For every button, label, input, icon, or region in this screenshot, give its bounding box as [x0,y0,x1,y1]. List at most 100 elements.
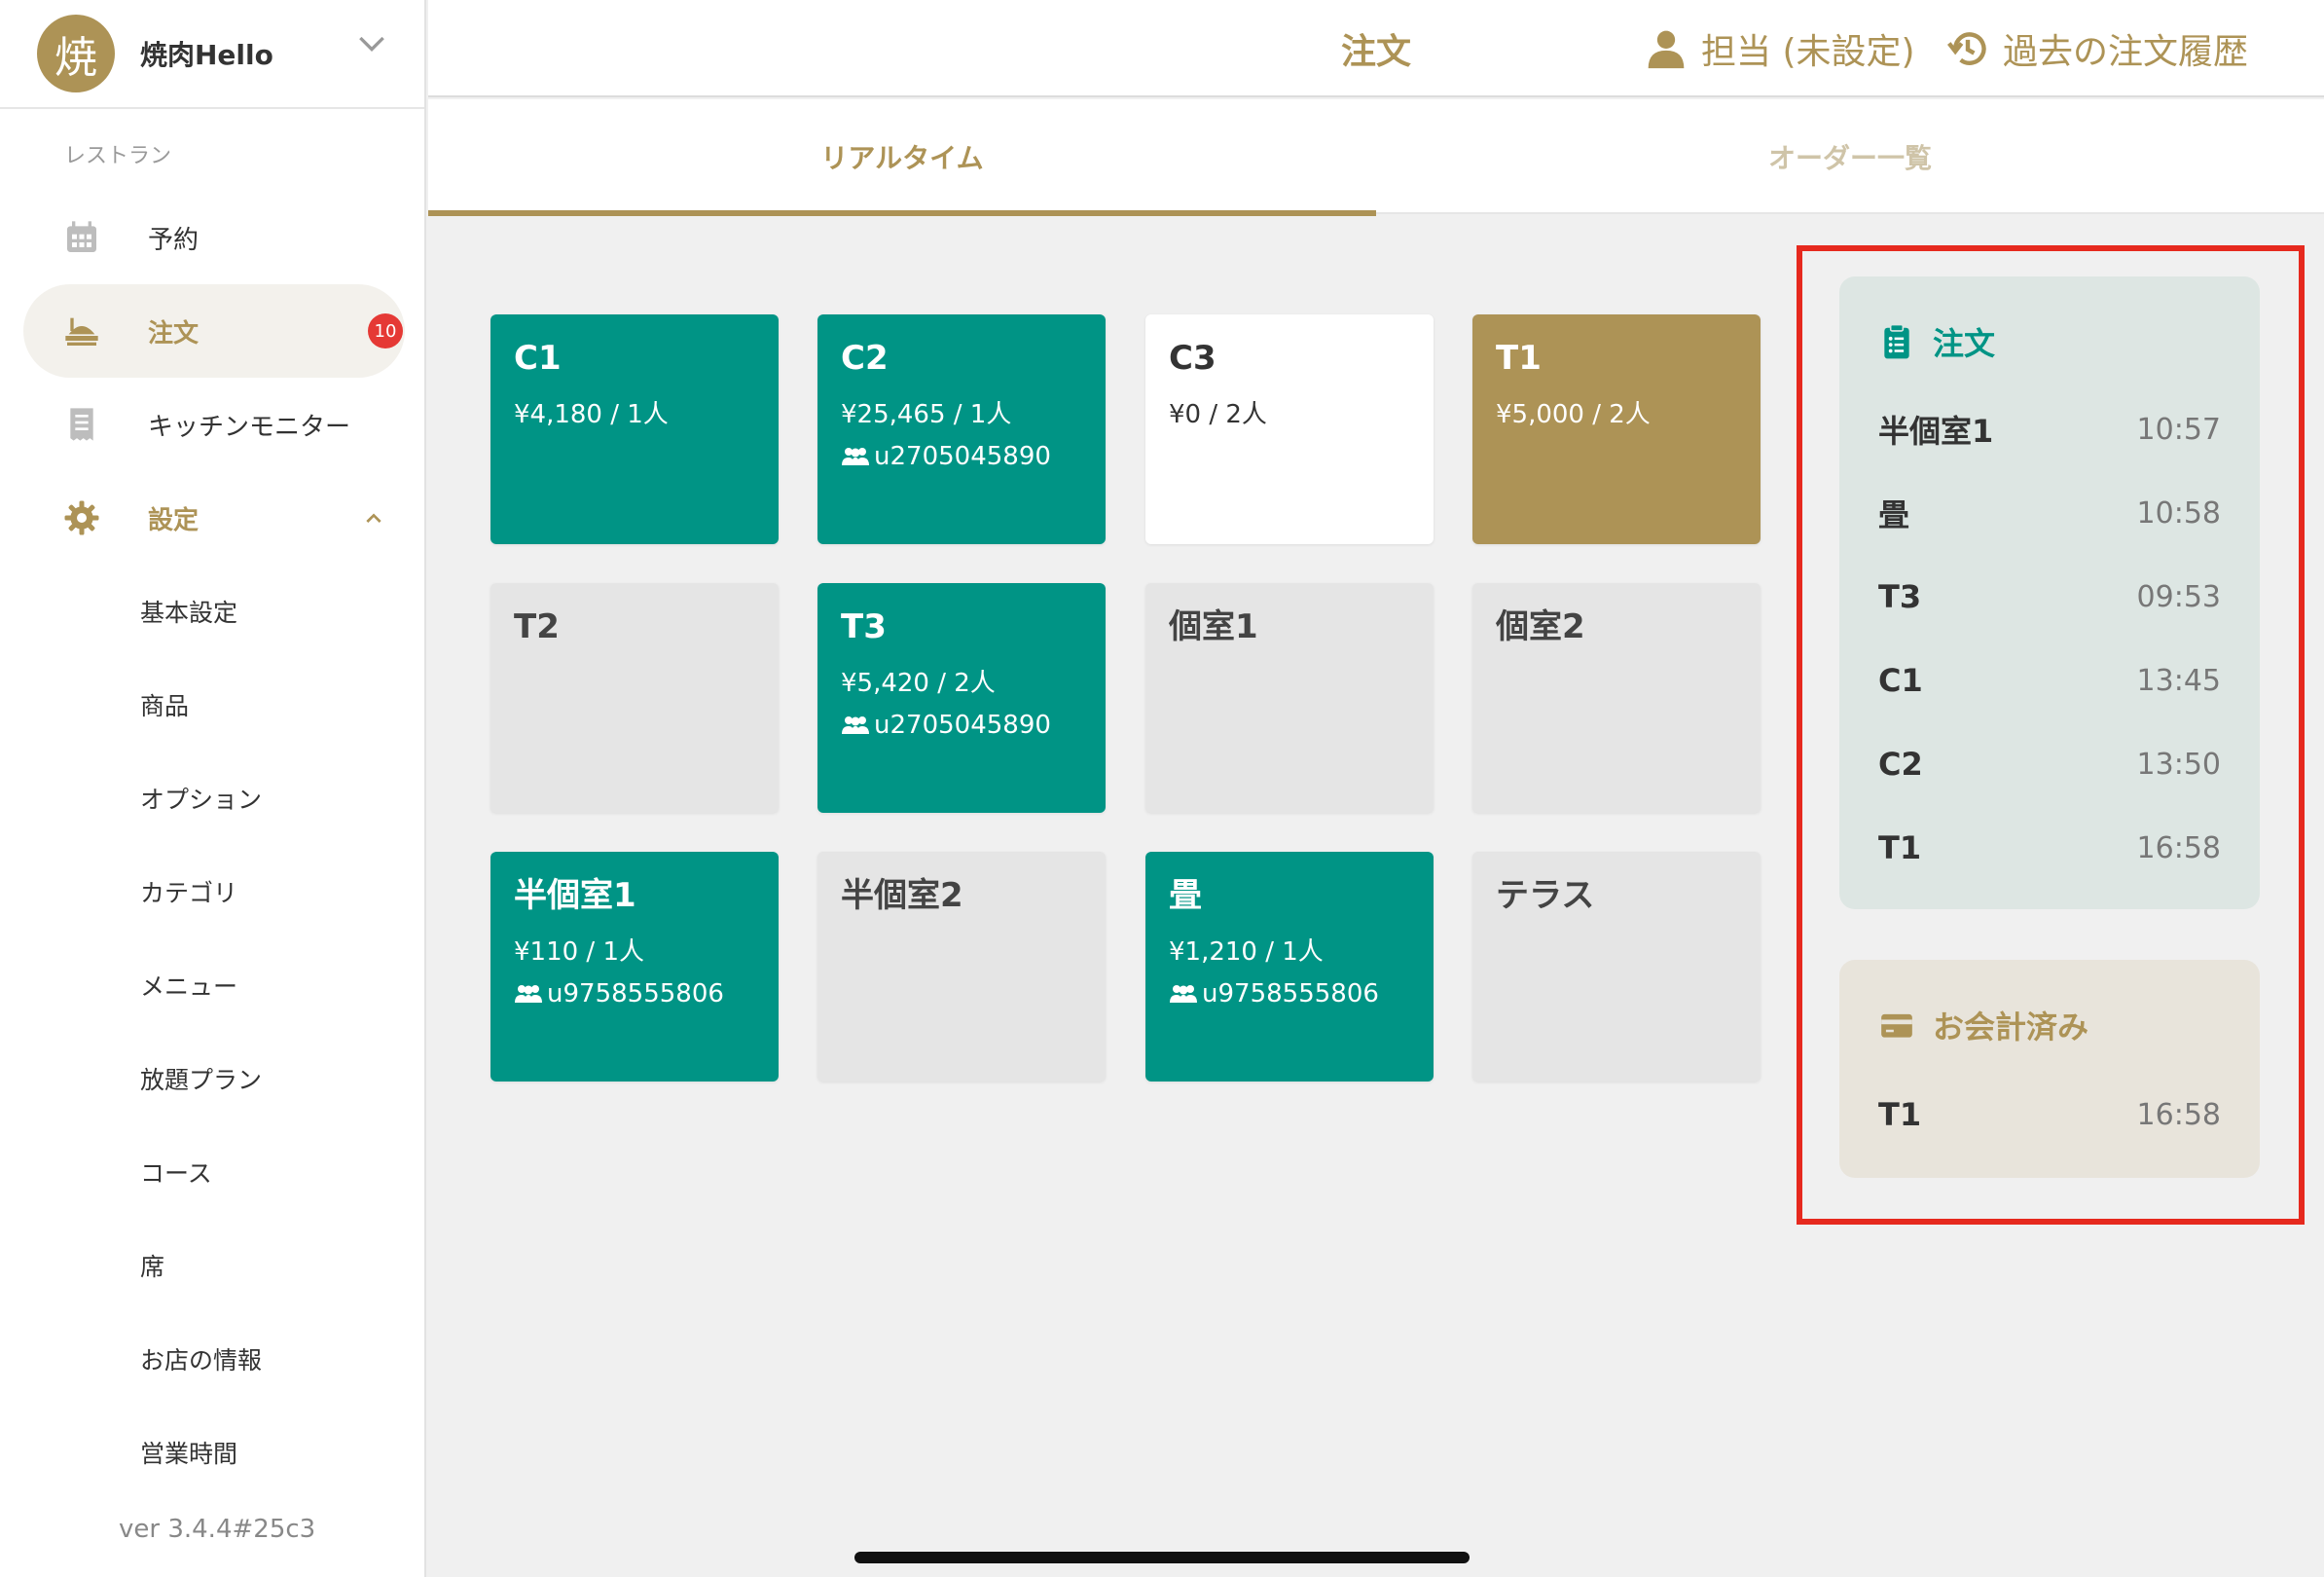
table-amount-guests: ¥25,465 / 1人 [841,400,1012,429]
store-name: 焼肉Hello [140,39,273,71]
view-tabs: リアルタイム オーダー一覧 [428,99,2324,216]
paid-row[interactable]: T1 16:58 [1878,1090,2221,1139]
table-amount-guests: ¥4,180 / 1人 [514,400,669,429]
store-avatar: 焼 [37,15,115,92]
history-label: 過去の注文履歴 [2003,32,2249,72]
sidebar-item-label: キッチンモニター [148,412,351,442]
app-version: ver 3.4.4#25c3 [119,1515,316,1544]
order-time: 13:45 [2136,663,2221,698]
sidebar-subitem-all-you-can-plans[interactable]: 放題プラン [140,1061,262,1096]
order-time: 09:53 [2136,579,2221,614]
tab-realtime[interactable]: リアルタイム [428,99,1376,216]
clipboard-icon [1884,323,1909,359]
chevron-up-icon[interactable] [358,502,389,533]
chevron-down-icon[interactable] [352,23,391,62]
order-tray-icon [65,317,98,346]
order-table-name: C1 [1878,662,1923,699]
top-header: 注文 担当 (未設定) 過去の注文履歴 [428,0,2324,97]
table-user-id: u2705045890 [874,442,1051,471]
sidebar-item-kitchen-monitor[interactable]: キッチンモニター [23,378,405,471]
orders-title-text: 注文 [1933,325,1996,362]
store-switcher[interactable]: 焼 焼肉Hello [0,0,424,109]
table-amount-guests: ¥110 / 1人 [514,937,644,967]
staff-label: 担当 (未設定) [1701,32,1915,72]
sidebar-subitem-categories[interactable]: カテゴリ [140,874,237,909]
receipt-icon [70,408,93,441]
order-time: 13:50 [2136,747,2221,782]
sidebar-item-label: 予約 [148,225,200,255]
paid-panel-title: お会計済み [1878,1003,2088,1047]
sidebar-item-settings[interactable]: 設定 [23,471,405,565]
orders-panel: 注文 半個室1 10:57 畳 10:58 T3 09:53 C1 13:45 … [1839,276,2260,909]
users-icon [842,448,869,465]
table-tile[interactable]: T1 ¥5,000 / 2人 [1472,314,1761,544]
credit-card-icon [1881,1013,1912,1038]
table-amount-guests: ¥1,210 / 1人 [1169,937,1324,967]
order-row[interactable]: 半個室1 10:57 [1878,405,2221,454]
order-row[interactable]: C1 13:45 [1878,656,2221,705]
order-row[interactable]: 畳 10:58 [1878,489,2221,537]
order-row[interactable]: T1 16:58 [1878,824,2221,872]
table-tile[interactable]: C1 ¥4,180 / 1人 [490,314,779,544]
table-user-id: u9758555806 [1202,979,1379,1009]
order-row[interactable]: C2 13:50 [1878,740,2221,788]
sidebar-subitem-basic-settings[interactable]: 基本設定 [140,594,237,629]
table-tile[interactable]: C2 ¥25,465 / 1人 u2705045890 [817,314,1106,544]
table-tile[interactable]: T3 ¥5,420 / 2人 u2705045890 [817,583,1106,813]
table-name: テラス [1496,876,1595,915]
order-table-name: T1 [1878,829,1922,866]
table-tile[interactable]: T2 [490,583,779,813]
table-name: 半個室2 [841,876,963,915]
tab-order-list[interactable]: オーダー一覧 [1376,99,2324,214]
staff-selector-button[interactable]: 担当 (未設定) [1645,23,1915,74]
table-user-id: u9758555806 [547,979,724,1009]
order-time: 10:57 [2136,412,2221,447]
paid-panel: お会計済み T1 16:58 [1839,960,2260,1178]
sidebar-subitem-seats[interactable]: 席 [140,1248,164,1283]
home-indicator[interactable] [854,1552,1470,1563]
table-tile[interactable]: 畳 ¥1,210 / 1人 u9758555806 [1145,852,1434,1082]
table-name: 個室1 [1169,607,1258,646]
table-tile[interactable]: 半個室1 ¥110 / 1人 u9758555806 [490,852,779,1082]
order-table-name: T3 [1878,578,1922,615]
sidebar-subitem-courses[interactable]: コース [140,1155,212,1190]
page-title: 注文 [1341,32,1412,72]
table-name: 畳 [1169,876,1202,915]
table-tile[interactable]: 個室1 [1145,583,1434,813]
table-name: C1 [514,339,562,378]
sidebar-item-orders[interactable]: 注文 10 [23,284,405,378]
sidebar-item-label: 注文 [148,318,200,348]
sidebar: 焼 焼肉Hello レストラン 予約 注文 10 キッチンモニター 設定 基本設… [0,0,426,1577]
table-amount-guests: ¥5,420 / 2人 [841,669,996,698]
paid-time: 16:58 [2136,1097,2221,1132]
order-history-button[interactable]: 過去の注文履歴 [1946,23,2248,74]
sidebar-subitem-menu[interactable]: メニュー [140,968,237,1003]
order-count-badge: 10 [368,313,403,348]
table-name: C3 [1169,339,1216,378]
table-tile[interactable]: テラス [1472,852,1761,1082]
sidebar-subitem-store-info[interactable]: お店の情報 [140,1341,262,1376]
sidebar-subitem-business-hours[interactable]: 営業時間 [140,1435,237,1470]
users-icon [1170,985,1197,1003]
order-time: 10:58 [2136,495,2221,531]
users-icon [515,985,542,1003]
table-tile[interactable]: C3 ¥0 / 2人 [1145,314,1434,544]
sidebar-subitem-products[interactable]: 商品 [140,687,189,722]
table-user: u2705045890 [841,711,1082,740]
table-amount-guests: ¥0 / 2人 [1169,400,1267,429]
sidebar-item-label: 設定 [148,505,200,535]
sidebar-subitem-options[interactable]: オプション [140,781,262,816]
table-name: T3 [841,607,887,646]
sidebar-item-reservation[interactable]: 予約 [23,191,405,284]
table-tile[interactable]: 半個室2 [817,852,1106,1082]
table-name: C2 [841,339,889,378]
person-icon [1648,30,1685,69]
order-table-name: 半個室1 [1878,413,1994,450]
table-amount-guests: ¥5,000 / 2人 [1496,400,1651,429]
table-user: u9758555806 [1169,979,1410,1009]
order-row[interactable]: T3 09:53 [1878,572,2221,621]
table-name: 個室2 [1496,607,1585,646]
paid-table-name: T1 [1878,1096,1922,1133]
table-name: T2 [514,607,560,646]
table-tile[interactable]: 個室2 [1472,583,1761,813]
